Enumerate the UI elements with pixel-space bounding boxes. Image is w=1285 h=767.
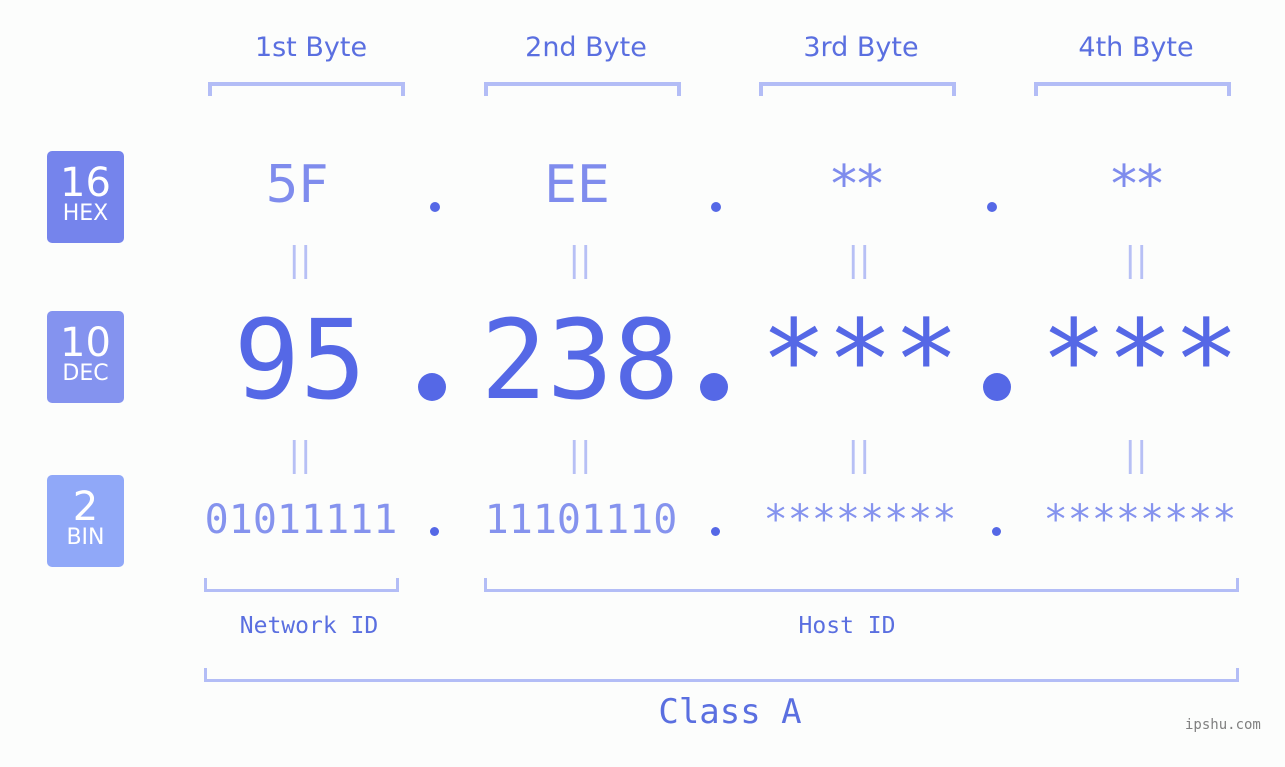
hex-badge-number: 16 <box>60 160 111 206</box>
hex-byte-3: ** <box>831 155 883 215</box>
bin-separator-dot <box>992 527 1001 536</box>
bin-byte-2: 11101110 <box>484 497 678 543</box>
hex-byte-2: EE <box>544 155 610 215</box>
byte-bracket-1 <box>208 82 405 96</box>
equals-icon: || <box>1124 435 1148 475</box>
host-id-label: Host ID <box>798 613 896 639</box>
dec-byte-1: 95 <box>233 296 367 424</box>
hex-separator-dot <box>430 202 440 212</box>
dec-separator-dot <box>983 373 1011 401</box>
bin-byte-4: ******** <box>1043 497 1237 543</box>
bin-separator-dot <box>430 527 439 536</box>
dec-byte-2: 238 <box>480 296 680 424</box>
equals-icon: || <box>847 435 871 475</box>
dec-badge-number: 10 <box>60 320 111 366</box>
hex-byte-1: 5F <box>265 155 329 215</box>
byte-label-2: 2nd Byte <box>525 32 647 63</box>
network-id-bracket <box>204 578 399 592</box>
byte-label-1: 1st Byte <box>254 32 368 63</box>
class-bracket <box>204 668 1239 682</box>
hex-separator-dot <box>987 202 997 212</box>
hex-separator-dot <box>711 202 721 212</box>
bin-byte-1: 01011111 <box>204 497 398 543</box>
dec-separator-dot <box>418 373 446 401</box>
equals-icon: || <box>568 435 592 475</box>
dec-byte-4: *** <box>1040 296 1240 424</box>
class-label: Class A <box>658 692 802 732</box>
dec-badge-label: DEC <box>62 361 109 386</box>
bin-badge: 2 BIN <box>47 475 124 567</box>
host-id-bracket <box>484 578 1239 592</box>
equals-icon: || <box>288 240 312 280</box>
dec-badge: 10 DEC <box>47 311 124 403</box>
byte-label-3: 3rd Byte <box>803 32 919 63</box>
bin-badge-label: BIN <box>66 525 105 550</box>
hex-badge: 16 HEX <box>47 151 124 243</box>
dec-separator-dot <box>700 373 728 401</box>
equals-icon: || <box>568 240 592 280</box>
byte-label-4: 4th Byte <box>1078 32 1194 63</box>
bin-separator-dot <box>711 527 720 536</box>
hex-byte-4: ** <box>1111 155 1163 215</box>
equals-icon: || <box>847 240 871 280</box>
byte-bracket-3 <box>759 82 956 96</box>
dec-byte-3: *** <box>760 296 960 424</box>
hex-badge-label: HEX <box>62 201 109 226</box>
byte-bracket-2 <box>484 82 681 96</box>
equals-icon: || <box>288 435 312 475</box>
byte-bracket-4 <box>1034 82 1231 96</box>
bin-byte-3: ******** <box>763 497 957 543</box>
equals-icon: || <box>1124 240 1148 280</box>
watermark: ipshu.com <box>1185 717 1261 733</box>
bin-badge-number: 2 <box>72 484 99 530</box>
network-id-label: Network ID <box>239 613 379 639</box>
